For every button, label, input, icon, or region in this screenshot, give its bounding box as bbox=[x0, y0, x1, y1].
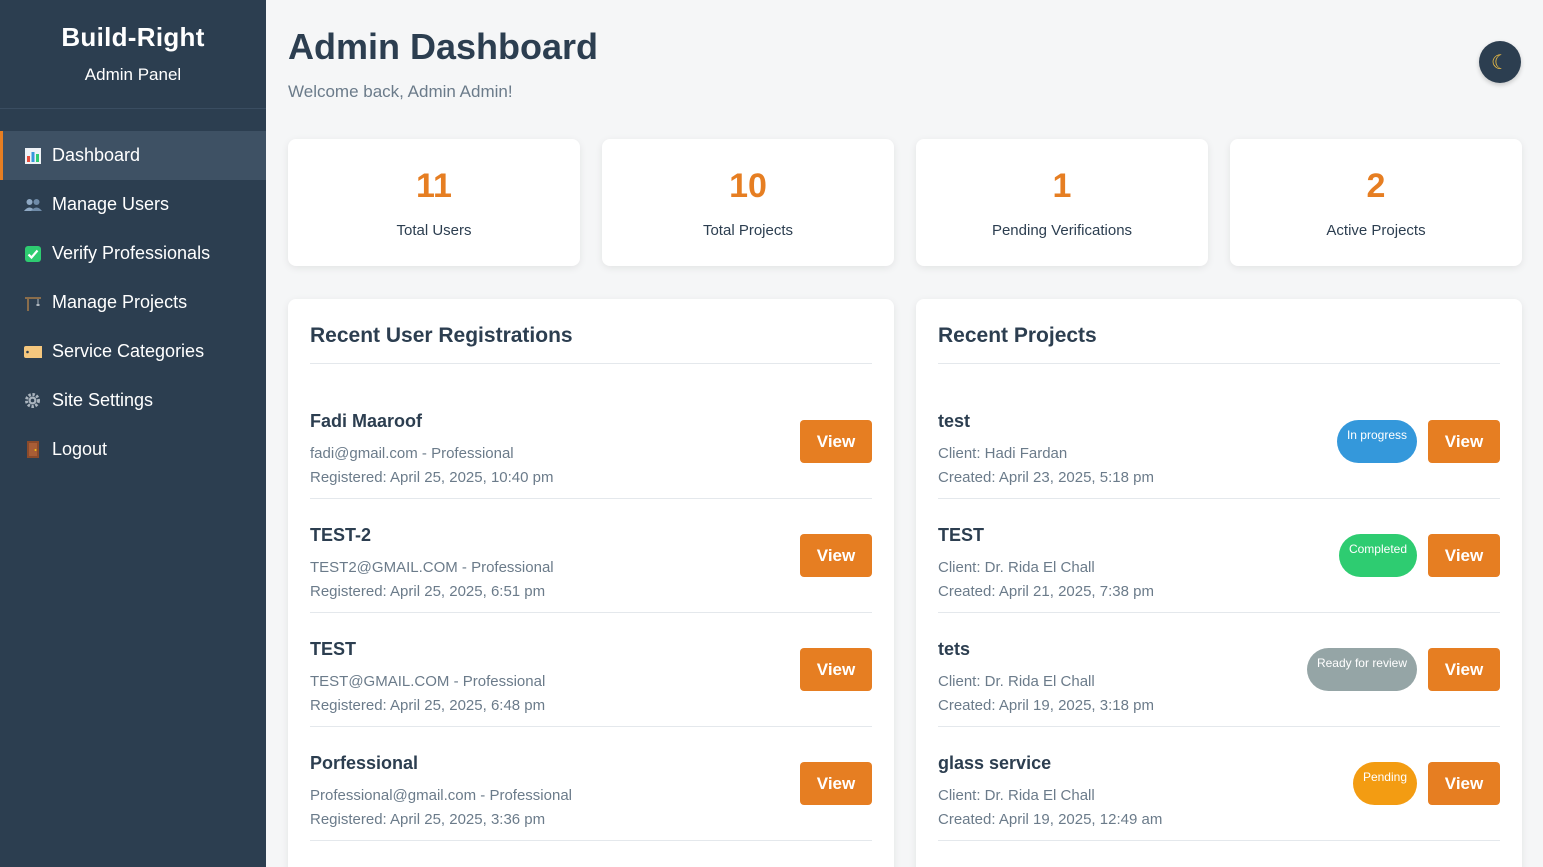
sidebar-item-label: Service Categories bbox=[52, 341, 205, 361]
brand-subtitle: Admin Panel bbox=[84, 65, 182, 84]
project-client: Client: Dr. Rida El Chall bbox=[938, 787, 1095, 804]
sidebar-item-logout[interactable]: Logout bbox=[0, 425, 266, 474]
stat-card-pending-verifications: 1 Pending Verifications bbox=[916, 139, 1208, 266]
sidebar-item-dashboard[interactable]: Dashboard bbox=[0, 131, 266, 180]
list-item: TEST Client: Dr. Rida El Chall Created: … bbox=[938, 499, 1500, 613]
sidebar-item-label: Logout bbox=[52, 439, 108, 459]
panel-title: Recent Projects bbox=[938, 299, 1500, 364]
stat-label: Active Projects bbox=[1326, 222, 1426, 239]
status-badge: In progress bbox=[1336, 420, 1417, 463]
list-item: tets Client: Dr. Rida El Chall Created: … bbox=[938, 613, 1500, 727]
panel-title: Recent User Registrations bbox=[310, 299, 872, 364]
stat-card-total-projects: 10 Total Projects bbox=[602, 139, 894, 266]
status-badge: Completed bbox=[1338, 534, 1417, 577]
project-client: Client: Hadi Fardan bbox=[938, 445, 1068, 462]
gear-icon bbox=[23, 391, 42, 410]
stat-label: Total Projects bbox=[702, 222, 794, 239]
view-button[interactable]: View bbox=[800, 534, 872, 577]
list-item: Porfessional Professional@gmail.com - Pr… bbox=[310, 727, 872, 841]
project-name: TEST bbox=[938, 525, 985, 545]
sidebar-item-label: Dashboard bbox=[52, 145, 141, 165]
sidebar-item-verify-professionals[interactable]: Verify Professionals bbox=[0, 229, 266, 278]
sidebar-item-label: Manage Users bbox=[52, 194, 170, 214]
project-name: glass service bbox=[938, 753, 1052, 773]
list-item: TEST-2 TEST2@GMAIL.COM - Professional Re… bbox=[310, 499, 872, 613]
user-email-role: fadi@gmail.com - Professional bbox=[310, 445, 514, 462]
list-item: glass service Client: Dr. Rida El Chall … bbox=[938, 727, 1500, 841]
main-content: Admin Dashboard Welcome back, Admin Admi… bbox=[266, 0, 1543, 867]
view-button[interactable]: View bbox=[1428, 648, 1500, 691]
check-icon bbox=[23, 244, 42, 263]
user-registered-date: Registered: April 25, 2025, 3:36 pm bbox=[310, 811, 546, 828]
recent-projects-panel: Recent Projects test Client: Hadi Fardan… bbox=[916, 299, 1522, 867]
stat-value: 11 bbox=[416, 167, 452, 205]
view-button[interactable]: View bbox=[800, 420, 872, 463]
project-created-date: Created: April 19, 2025, 3:18 pm bbox=[938, 697, 1154, 714]
sidebar-nav: Dashboard Manage Users Verify Profession… bbox=[0, 131, 266, 474]
user-email-role: Professional@gmail.com - Professional bbox=[310, 787, 572, 804]
stats-row: 11 Total Users 10 Total Projects 1 Pendi… bbox=[288, 139, 1522, 266]
sidebar-item-label: Manage Projects bbox=[52, 292, 188, 312]
user-name: Fadi Maaroof bbox=[310, 411, 423, 431]
stat-value: 1 bbox=[1052, 167, 1072, 205]
list-item: test Client: Hadi Fardan Created: April … bbox=[938, 404, 1500, 499]
brand: Build-Right Admin Panel bbox=[0, 0, 266, 109]
status-badge: Ready for review bbox=[1306, 648, 1417, 691]
tag-icon bbox=[23, 342, 42, 361]
recent-projects-list: test Client: Hadi Fardan Created: April … bbox=[938, 404, 1500, 841]
sidebar-item-site-settings[interactable]: Site Settings bbox=[0, 376, 266, 425]
stat-card-active-projects: 2 Active Projects bbox=[1230, 139, 1522, 266]
user-registered-date: Registered: April 25, 2025, 6:48 pm bbox=[310, 697, 546, 714]
stat-value: 2 bbox=[1366, 167, 1386, 205]
project-name: tets bbox=[938, 639, 971, 659]
sidebar-item-label: Verify Professionals bbox=[52, 243, 211, 263]
view-button[interactable]: View bbox=[1428, 762, 1500, 805]
users-icon bbox=[23, 195, 42, 214]
crane-icon bbox=[23, 293, 42, 312]
sidebar-item-service-categories[interactable]: Service Categories bbox=[0, 327, 266, 376]
sidebar: Build-Right Admin Panel Dashboard Manage… bbox=[0, 0, 266, 867]
page-title: Admin Dashboard bbox=[288, 26, 599, 67]
welcome-message: Welcome back, Admin Admin! bbox=[288, 82, 513, 101]
recent-users-list: Fadi Maaroof fadi@gmail.com - Profession… bbox=[310, 404, 872, 841]
view-button[interactable]: View bbox=[800, 762, 872, 805]
project-client: Client: Dr. Rida El Chall bbox=[938, 673, 1095, 690]
list-item: TEST TEST@GMAIL.COM - Professional Regis… bbox=[310, 613, 872, 727]
door-icon bbox=[23, 440, 42, 459]
user-name: TEST bbox=[310, 639, 357, 659]
stat-card-total-users: 11 Total Users bbox=[288, 139, 580, 266]
project-client: Client: Dr. Rida El Chall bbox=[938, 559, 1095, 576]
user-registered-date: Registered: April 25, 2025, 10:40 pm bbox=[310, 469, 554, 486]
user-email-role: TEST@GMAIL.COM - Professional bbox=[310, 673, 546, 690]
user-name: Porfessional bbox=[310, 753, 419, 773]
brand-title: Build-Right bbox=[61, 22, 205, 52]
sidebar-item-manage-users[interactable]: Manage Users bbox=[0, 180, 266, 229]
view-button[interactable]: View bbox=[800, 648, 872, 691]
moon-icon: ☾ bbox=[1491, 51, 1509, 74]
sidebar-item-manage-projects[interactable]: Manage Projects bbox=[0, 278, 266, 327]
stat-label: Total Users bbox=[396, 222, 472, 239]
sidebar-item-label: Site Settings bbox=[52, 390, 154, 410]
view-button[interactable]: View bbox=[1428, 534, 1500, 577]
user-registered-date: Registered: April 25, 2025, 6:51 pm bbox=[310, 583, 546, 600]
stat-label: Pending Verifications bbox=[991, 222, 1133, 239]
project-name: test bbox=[938, 411, 971, 431]
bar-chart-icon bbox=[23, 146, 42, 165]
list-item: Fadi Maaroof fadi@gmail.com - Profession… bbox=[310, 404, 872, 499]
project-created-date: Created: April 19, 2025, 12:49 am bbox=[938, 811, 1163, 828]
stat-value: 10 bbox=[729, 167, 767, 205]
recent-users-panel: Recent User Registrations Fadi Maaroof f… bbox=[288, 299, 894, 867]
theme-toggle-button[interactable]: ☾ bbox=[1479, 41, 1521, 83]
view-button[interactable]: View bbox=[1428, 420, 1500, 463]
project-created-date: Created: April 21, 2025, 7:38 pm bbox=[938, 583, 1154, 600]
user-email-role: TEST2@GMAIL.COM - Professional bbox=[310, 559, 554, 576]
status-badge: Pending bbox=[1352, 762, 1417, 805]
project-created-date: Created: April 23, 2025, 5:18 pm bbox=[938, 469, 1154, 486]
user-name: TEST-2 bbox=[310, 525, 372, 545]
